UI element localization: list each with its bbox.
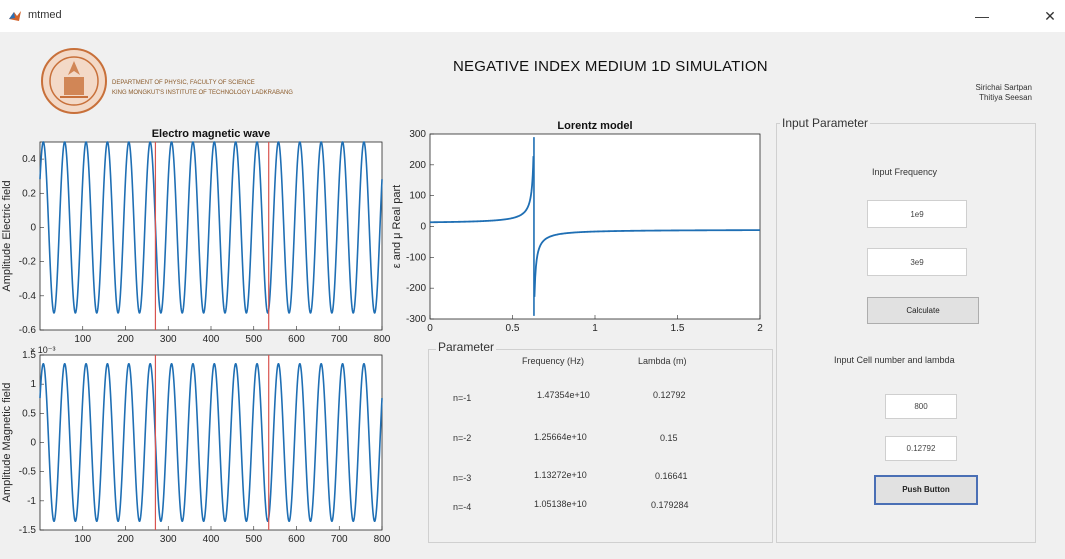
- row-1-n: n=-1: [453, 393, 472, 403]
- row-3-n: n=-3: [453, 473, 472, 483]
- magnetic-y-tick-label: 0.5: [22, 408, 36, 419]
- lorentz-y-tick-label: 300: [409, 129, 426, 140]
- lorentz-y-tick-label: 100: [409, 191, 426, 202]
- lambda-header: Lambda (m): [638, 356, 687, 366]
- lorentz-x-tick-label: 2: [757, 323, 763, 334]
- author-1: Sirichai Sartpan: [975, 83, 1032, 92]
- magnetic-x-tick-label: 200: [117, 534, 134, 545]
- electric-field-chart: 100 200 300 400 500 600 700 8000.40.20-0.2-0.4-…: [1, 128, 391, 345]
- calculate-button[interactable]: Calculate: [867, 297, 979, 324]
- frequency-header: Frequency (Hz): [522, 356, 585, 366]
- electric-y-tick-label: -0.4: [19, 291, 37, 302]
- electric-y-tick-label: 0.2: [22, 188, 36, 199]
- magnetic-y-tick-label: -1.5: [19, 525, 37, 536]
- author-2: Thitiya Seesan: [979, 93, 1032, 102]
- row-4-lambda: 0.179284: [651, 500, 689, 510]
- cell-number-input[interactable]: [885, 394, 957, 419]
- lorentz-model-chart: 0 0.5 1 1.5 2 300 200 100 0 -100 -200 -300 Lorentz m…: [391, 120, 763, 334]
- magnetic-x-tick-label: 600: [288, 534, 305, 545]
- electric-y-tick-label: 0: [30, 222, 36, 233]
- window-title: mtmed: [28, 9, 62, 21]
- lorentz-y-tick-label: 0: [420, 222, 426, 233]
- magnetic-x-tick-label: 700: [331, 534, 348, 545]
- frequency-end-input[interactable]: [867, 248, 967, 276]
- lorentz-plot-area: [429, 133, 761, 320]
- magnetic-field-chart: 100 200 300 400 500 600 700 8001.510.50-0.5-1-1…: [1, 345, 391, 545]
- parameter-panel-title: Parameter: [436, 340, 497, 354]
- row-4-n: n=-4: [453, 502, 472, 512]
- electric-y-tick-label: 0.4: [22, 154, 36, 165]
- electric-y-axis-label: Amplitude Electric field: [1, 180, 13, 291]
- department-line: DEPARTMENT OF PHYSIC, FACULTY OF SCIENCE: [112, 80, 255, 86]
- magnetic-y-tick-label: -0.5: [19, 467, 37, 478]
- lorentz-title: Lorentz model: [557, 120, 632, 132]
- lorentz-x-tick-label: 0.5: [506, 323, 520, 334]
- lorentz-y-axis-label: ε and μ Real part: [391, 185, 403, 268]
- row-3-lambda: 0.16641: [655, 471, 688, 481]
- lorentz-x-tick-label: 1: [592, 323, 598, 334]
- push-button[interactable]: Push Button: [874, 475, 978, 505]
- row-2-lambda: 0.15: [660, 433, 678, 443]
- institute-line: KING MONGKUT'S INSTITUTE OF TECHNOLOGY L…: [112, 90, 293, 96]
- parameter-panel: [428, 349, 773, 543]
- magnetic-x-tick-label: 300: [160, 534, 177, 545]
- authors: Sirichai Sartpan Thitiya Seesan: [952, 83, 1032, 103]
- electric-y-tick-label: -0.2: [19, 257, 37, 268]
- lorentz-y-tick-label: 200: [409, 160, 426, 171]
- magnetic-x-tick-label: 100: [74, 534, 91, 545]
- university-seal-logo: [41, 48, 107, 114]
- magnetic-y-axis-label: Amplitude Magnetic field: [1, 383, 13, 503]
- close-button[interactable]: ✕: [1030, 4, 1065, 28]
- input-frequency-label: Input Frequency: [872, 167, 938, 177]
- input-panel-title: Input Parameter: [780, 116, 871, 130]
- magnetic-y-tick-label: 1: [30, 379, 36, 390]
- page-title: NEGATIVE INDEX MEDIUM 1D SIMULATION: [453, 58, 768, 75]
- magnetic-y-tick-label: -1: [27, 496, 36, 507]
- title-bar: [0, 0, 1065, 32]
- magnetic-x-tick-label: 800: [374, 534, 391, 545]
- magnetic-x-tick-label: 400: [203, 534, 220, 545]
- minimize-button[interactable]: —: [962, 4, 1002, 28]
- magnetic-exponent-label: × 10⁻³: [30, 345, 56, 355]
- electric-title: Electro magnetic wave: [152, 128, 271, 140]
- row-1-lambda: 0.12792: [653, 390, 686, 400]
- lorentz-x-tick-label: 0: [427, 323, 433, 334]
- electric-y-tick-label: -0.6: [19, 325, 37, 336]
- row-3-frequency: 1.13272e+10: [534, 470, 587, 480]
- row-4-frequency: 1.05138e+10: [534, 499, 587, 509]
- row-1-frequency: 1.47354e+10: [537, 390, 590, 400]
- cell-lambda-label: Input Cell number and lambda: [834, 355, 955, 365]
- magnetic-x-tick-label: 500: [245, 534, 262, 545]
- lorentz-x-tick-label: 1.5: [671, 323, 685, 334]
- lorentz-y-tick-label: -100: [406, 252, 426, 263]
- lambda-input[interactable]: [885, 436, 957, 461]
- lorentz-y-tick-label: -200: [406, 283, 426, 294]
- magnetic-y-tick-label: 0: [30, 438, 36, 449]
- lorentz-y-tick-label: -300: [406, 314, 426, 325]
- row-2-n: n=-2: [453, 433, 472, 443]
- frequency-start-input[interactable]: [867, 200, 967, 228]
- row-2-frequency: 1.25664e+10: [534, 432, 587, 442]
- matlab-icon: [9, 11, 21, 21]
